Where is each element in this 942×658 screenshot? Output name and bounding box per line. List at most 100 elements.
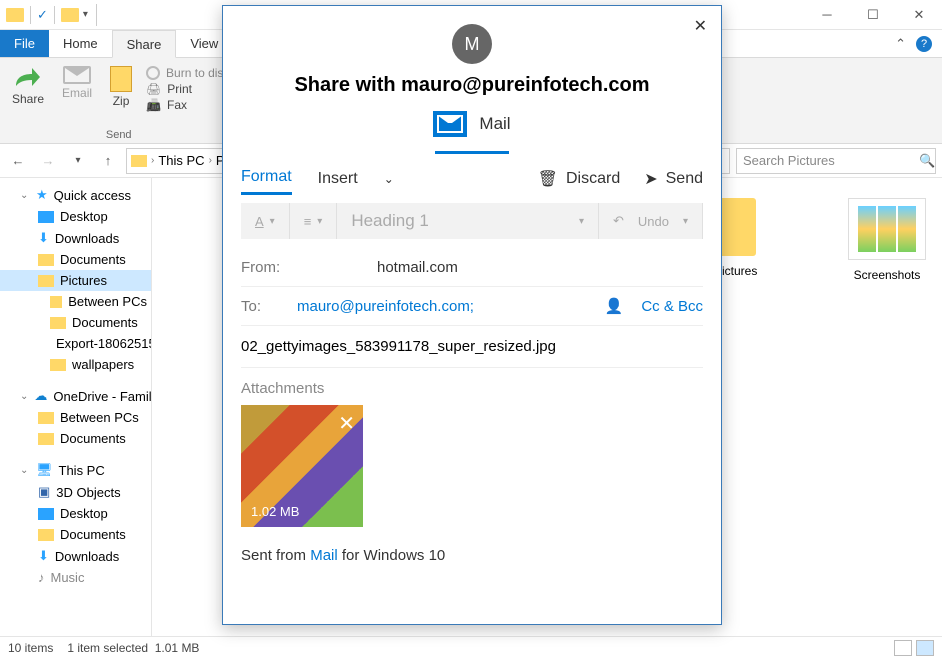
minimize-button[interactable]: ─ [804, 0, 850, 30]
close-button[interactable]: ✕ [896, 0, 942, 30]
downloads-icon: ⬇ [38, 230, 49, 246]
folder-icon [38, 433, 54, 445]
list-button[interactable]: ≡▾ [290, 203, 338, 239]
mail-app-label: Mail [479, 114, 510, 134]
pc-icon: 🖥 [36, 462, 53, 478]
attachment-thumbnail[interactable]: ✕ 1.02 MB [241, 405, 363, 527]
star-icon: ★ [36, 187, 48, 203]
print-icon: 🖨 [146, 82, 161, 96]
music-icon: ♪ [38, 570, 45, 585]
from-value[interactable]: hotmail.com [377, 259, 458, 276]
nav-wallpapers[interactable]: wallpapers [0, 354, 151, 375]
crumb-this-pc[interactable]: This PC [158, 153, 204, 168]
nav-this-pc[interactable]: ⌄🖥This PC [0, 459, 151, 481]
folder-icon [50, 317, 66, 329]
nav-onedrive[interactable]: ⌄☁OneDrive - Family [0, 385, 151, 407]
nav-documents-2[interactable]: Documents [0, 312, 151, 333]
nav-downloads-2[interactable]: ⬇Downloads [0, 545, 151, 567]
email-button[interactable]: Email [58, 62, 96, 112]
status-bar: 10 items 1 item selected 1.01 MB [0, 636, 942, 658]
nav-downloads[interactable]: ⬇Downloads [0, 227, 151, 249]
format-toolbar: A▾ ≡▾ Heading 1▾ ↶Undo▾ [241, 203, 703, 239]
dialog-close-button[interactable]: ✕ [694, 16, 707, 36]
to-value[interactable]: mauro@pureinfotech.com; [297, 298, 474, 315]
search-input[interactable] [743, 153, 919, 168]
signature-link[interactable]: Mail [310, 547, 338, 564]
fax-icon: 📠 [146, 98, 161, 112]
undo-button[interactable]: ↶Undo▾ [599, 203, 703, 239]
share-dialog: ✕ M Share with mauro@pureinfotech.com Ma… [222, 5, 722, 625]
folder-icon [50, 359, 66, 371]
nav-music[interactable]: ♪Music [0, 567, 151, 588]
send-icon: ➤ [644, 169, 657, 189]
subject-field[interactable]: 02_gettyimages_583991178_super_resized.j… [241, 326, 703, 368]
tab-home[interactable]: Home [49, 30, 112, 57]
folder-icon[interactable] [61, 8, 79, 22]
nav-pictures[interactable]: Pictures [0, 270, 151, 291]
nav-3d-objects[interactable]: ▣3D Objects [0, 481, 151, 503]
tab-insert[interactable]: Insert [318, 164, 358, 194]
nav-forward-button[interactable]: → [36, 149, 60, 173]
to-label: To: [241, 298, 297, 315]
contact-icon[interactable]: 👤 [605, 297, 624, 315]
window-controls: ─ ☐ ✕ [804, 0, 942, 30]
avatar: M [452, 24, 492, 64]
undo-icon: ↶ [613, 213, 624, 229]
nav-between-pcs[interactable]: Between PCs [0, 291, 151, 312]
quick-access-toolbar: ✓ ▾ [0, 4, 107, 26]
nav-desktop-2[interactable]: Desktop [0, 503, 151, 524]
folder-icon [38, 529, 54, 541]
nav-documents-4[interactable]: Documents [0, 524, 151, 545]
mail-app-picker[interactable]: Mail [223, 111, 721, 145]
zip-button[interactable]: Zip [106, 62, 136, 112]
search-box[interactable]: 🔍 [736, 148, 936, 174]
nav-pane: ⌄★Quick access Desktop ⬇Downloads Docume… [0, 178, 152, 636]
tab-share[interactable]: Share [112, 30, 177, 58]
maximize-button[interactable]: ☐ [850, 0, 896, 30]
ccbcc-button[interactable]: Cc & Bcc [641, 298, 703, 315]
fax-button[interactable]: 📠Fax [146, 98, 229, 112]
nav-between-pcs-2[interactable]: Between PCs [0, 407, 151, 428]
to-row: To: mauro@pureinfotech.com; 👤 Cc & Bcc [241, 287, 703, 326]
nav-up-button[interactable]: ↑ [96, 149, 120, 173]
discard-button[interactable]: 🗑Discard [538, 169, 621, 189]
ribbon-collapse-icon[interactable]: ⌃ [895, 36, 906, 52]
nav-recent-button[interactable]: ▾ [66, 149, 90, 173]
burn-button[interactable]: Burn to disc [146, 66, 229, 80]
tab-format[interactable]: Format [241, 162, 292, 195]
desktop-icon [38, 211, 54, 223]
view-large-button[interactable] [916, 640, 934, 656]
desktop-icon [38, 508, 54, 520]
caret-down-icon[interactable]: ▾ [83, 9, 88, 20]
help-icon[interactable]: ? [916, 36, 932, 52]
status-selected: 1 item selected 1.01 MB [67, 641, 199, 655]
nav-documents-3[interactable]: Documents [0, 428, 151, 449]
file-menu[interactable]: File [0, 30, 49, 57]
search-icon[interactable]: 🔍 [919, 153, 935, 169]
heading-selector[interactable]: Heading 1▾ [337, 203, 599, 239]
nav-documents[interactable]: Documents [0, 249, 151, 270]
folder-screenshots[interactable]: Screenshots [832, 198, 942, 636]
folder-icon [38, 254, 54, 266]
from-row: From: hotmail.com [241, 249, 703, 287]
attachment-remove-icon[interactable]: ✕ [338, 411, 355, 436]
nav-export[interactable]: Export-180625153528184540ea88 [0, 333, 151, 354]
tab-more[interactable]: ⌄ [384, 166, 394, 192]
share-button[interactable]: Share [8, 62, 48, 112]
folder-icon [131, 155, 147, 167]
status-item-count: 10 items [8, 641, 53, 655]
font-button[interactable]: A▾ [241, 203, 290, 239]
folder-icon [50, 296, 62, 308]
nav-back-button[interactable]: ← [6, 149, 30, 173]
cloud-icon: ☁ [34, 388, 47, 404]
nav-desktop[interactable]: Desktop [0, 206, 151, 227]
mail-icon [433, 111, 467, 137]
print-button[interactable]: 🖨Print [146, 82, 229, 96]
send-button[interactable]: ➤Send [644, 169, 703, 189]
nav-quick-access[interactable]: ⌄★Quick access [0, 184, 151, 206]
view-details-button[interactable] [894, 640, 912, 656]
check-icon[interactable]: ✓ [37, 7, 48, 23]
disc-icon [146, 66, 160, 80]
attachments-label: Attachments [241, 368, 703, 405]
share-title: Share with mauro@pureinfotech.com [223, 74, 721, 97]
